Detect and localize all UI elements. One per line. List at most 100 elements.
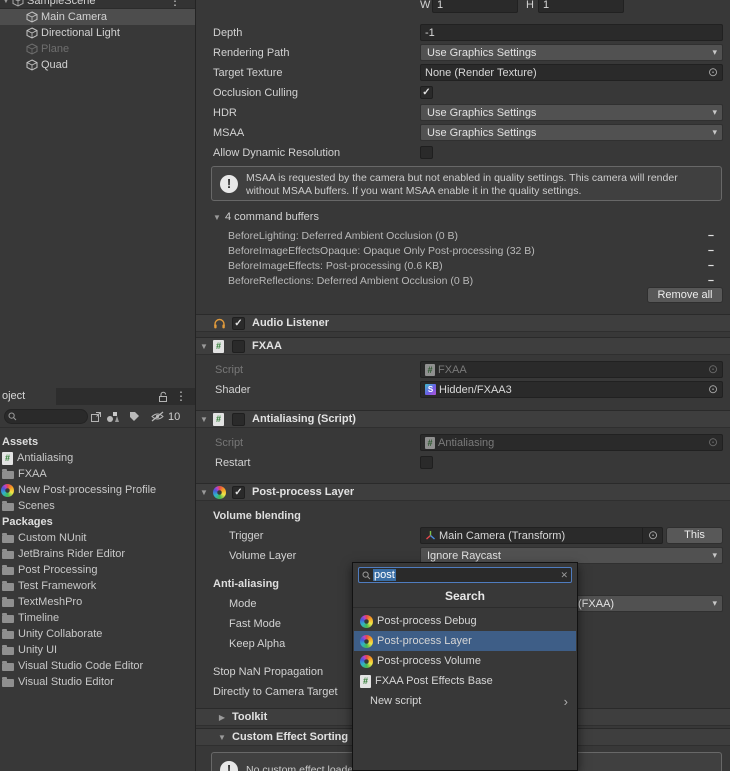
trigger-label: Trigger: [229, 530, 264, 542]
fxaa-script-field[interactable]: # FXAA ⊙: [420, 361, 723, 378]
fxaa-script-value: FXAA: [438, 363, 467, 376]
hierarchy-item-plane[interactable]: Plane: [0, 41, 195, 57]
foldout-open-icon[interactable]: ▼: [198, 488, 210, 497]
rendering-path-dropdown[interactable]: Use Graphics Settings ▾: [420, 44, 723, 61]
filter-by-label-icon[interactable]: [129, 409, 140, 424]
popup-item-post-process-debug[interactable]: Post-process Debug: [354, 611, 576, 631]
asset-row-antialiasing[interactable]: # Antialiasing: [0, 450, 195, 466]
folder-icon: [2, 549, 14, 559]
asset-row-scenes[interactable]: Scenes: [0, 498, 195, 514]
post-process-icon: [360, 614, 373, 628]
target-texture-field[interactable]: None (Render Texture) ⊙: [420, 64, 723, 81]
popup-item-post-process-layer[interactable]: Post-process Layer: [354, 631, 576, 651]
scene-label: SampleScene: [27, 0, 96, 7]
msaa-dropdown[interactable]: Use Graphics Settings ▾: [420, 124, 723, 141]
hidden-count-eye-icon[interactable]: [150, 409, 165, 424]
hierarchy-item-directional-light[interactable]: Directional Light: [0, 25, 195, 41]
scene-kebab-icon[interactable]: ⋮: [169, 0, 181, 7]
package-row[interactable]: Post Processing: [0, 562, 195, 578]
remove-buffer-icon[interactable]: −: [708, 259, 714, 274]
package-label: Visual Studio Editor: [18, 676, 114, 688]
dropdown-arrow-icon: ▾: [712, 47, 717, 57]
package-row[interactable]: Test Framework: [0, 578, 195, 594]
remove-all-button[interactable]: Remove all: [647, 287, 723, 303]
dropdown-arrow-icon: ▾: [712, 127, 717, 137]
ppl-enabled-checkbox[interactable]: ✓: [232, 486, 245, 499]
popup-item-fxaa-post-effects-base[interactable]: # FXAA Post Effects Base: [354, 671, 576, 691]
hierarchy-item-quad[interactable]: Quad: [0, 57, 195, 73]
packages-section-label[interactable]: Packages: [2, 514, 53, 530]
restart-checkbox[interactable]: [420, 456, 433, 469]
this-button[interactable]: This: [666, 527, 723, 544]
audio-listener-enabled-checkbox[interactable]: ✓: [232, 317, 245, 330]
fast-mode-label: Fast Mode: [229, 618, 281, 630]
package-label: Unity UI: [18, 644, 58, 656]
fxaa-enabled-checkbox[interactable]: [232, 340, 245, 353]
package-label: Visual Studio Code Editor: [18, 660, 144, 672]
command-buffers-label[interactable]: 4 command buffers: [225, 209, 319, 225]
hdr-dropdown[interactable]: Use Graphics Settings ▾: [420, 104, 723, 121]
assets-section-label[interactable]: Assets: [2, 434, 38, 450]
object-picker-icon[interactable]: ⊙: [708, 65, 718, 80]
object-picker-icon[interactable]: ⊙: [641, 528, 658, 543]
allow-dynamic-resolution-label: Allow Dynamic Resolution: [213, 147, 341, 159]
allow-dynamic-resolution-checkbox[interactable]: [420, 146, 433, 159]
foldout-open-icon[interactable]: ▼: [198, 342, 210, 351]
foldout-open-icon[interactable]: ▼: [211, 213, 223, 222]
depth-field[interactable]: -1: [420, 24, 723, 41]
clear-search-icon[interactable]: ✕: [560, 570, 568, 581]
occlusion-culling-checkbox[interactable]: ✓: [420, 86, 433, 99]
warning-icon: !: [220, 761, 238, 771]
package-row[interactable]: Unity Collaborate: [0, 626, 195, 642]
component-title: Post-process Layer: [252, 486, 355, 498]
width-field[interactable]: 1: [432, 0, 518, 13]
trigger-object-field[interactable]: Main Camera (Transform) ⊙: [420, 527, 663, 544]
project-search-box[interactable]: [4, 409, 88, 424]
package-row[interactable]: TextMeshPro: [0, 594, 195, 610]
package-row[interactable]: Custom NUnit: [0, 530, 195, 546]
foldout-open-icon[interactable]: ▼: [198, 415, 210, 424]
search-jump-icon[interactable]: [90, 409, 102, 424]
popup-search-field[interactable]: post ✕: [358, 567, 572, 583]
popup-item-new-script[interactable]: New script ›: [354, 691, 576, 711]
package-row[interactable]: Visual Studio Editor: [0, 674, 195, 690]
popup-item-post-process-volume[interactable]: Post-process Volume: [354, 651, 576, 671]
folder-icon: [2, 629, 14, 639]
project-kebab-icon[interactable]: ⋮: [175, 390, 187, 402]
folder-icon: [2, 469, 14, 479]
popup-search-value[interactable]: post: [373, 569, 396, 581]
package-row[interactable]: Visual Studio Code Editor: [0, 658, 195, 674]
antialiasing-enabled-checkbox[interactable]: [232, 413, 245, 426]
fxaa-shader-field[interactable]: S Hidden/FXAA3 ⊙: [420, 381, 723, 398]
tab-project[interactable]: oject: [0, 388, 56, 405]
dropdown-arrow-icon: ▾: [712, 598, 717, 608]
package-row[interactable]: Unity UI: [0, 642, 195, 658]
project-search-input[interactable]: [17, 411, 79, 422]
asset-row-post-processing-profile[interactable]: New Post-processing Profile: [0, 482, 195, 498]
msaa-value: Use Graphics Settings: [427, 126, 537, 139]
hdr-label: HDR: [213, 107, 237, 119]
package-row[interactable]: JetBrains Rider Editor: [0, 546, 195, 562]
remove-buffer-icon[interactable]: −: [708, 229, 714, 244]
keep-alpha-label: Keep Alpha: [229, 638, 286, 650]
component-header-audio-listener[interactable]: ✓ Audio Listener ? ⋮: [196, 314, 730, 332]
remove-buffer-icon[interactable]: −: [708, 244, 714, 259]
hierarchy-scene-header[interactable]: ▼ SampleScene ⋮: [0, 0, 195, 9]
foldout-open-icon[interactable]: ▼: [0, 0, 12, 5]
foldout-closed-icon[interactable]: ▶: [216, 713, 228, 722]
object-picker-icon: ⊙: [707, 435, 718, 449]
command-buffer-row: BeforeImageEffectsOpaque: Opaque Only Po…: [228, 244, 722, 259]
object-picker-icon[interactable]: ⊙: [708, 382, 718, 397]
asset-row-fxaa[interactable]: FXAA: [0, 466, 195, 482]
component-header-antialiasing[interactable]: ▼ # Antialiasing (Script) ? ⋮: [196, 410, 730, 428]
filter-by-type-icon[interactable]: [106, 409, 120, 424]
hierarchy-item-main-camera[interactable]: Main Camera: [0, 9, 195, 25]
antialiasing-script-field[interactable]: # Antialiasing ⊙: [420, 434, 723, 451]
foldout-open-icon[interactable]: ▼: [216, 733, 228, 742]
lock-open-icon[interactable]: [158, 391, 169, 403]
command-buffer-label: BeforeLighting: Deferred Ambient Occlusi…: [228, 230, 458, 242]
component-header-post-process-layer[interactable]: ▼ ✓ Post-process Layer ? ⋮: [196, 483, 730, 501]
package-row[interactable]: Timeline: [0, 610, 195, 626]
height-field[interactable]: 1: [538, 0, 624, 13]
component-header-fxaa[interactable]: ▼ # FXAA ? ⋮: [196, 337, 730, 355]
